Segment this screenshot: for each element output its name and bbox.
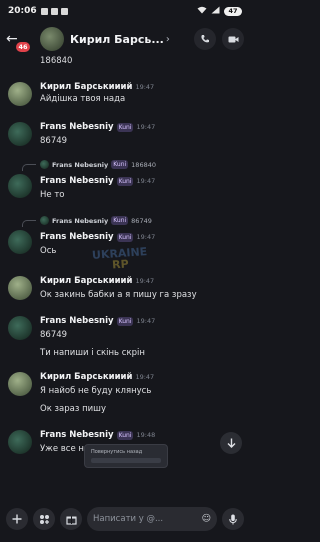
reply-connector bbox=[22, 164, 36, 171]
message-author[interactable]: Frans Nebesniy bbox=[40, 430, 114, 440]
avatar[interactable] bbox=[8, 82, 32, 106]
message-author[interactable]: Frans Nebesniy bbox=[40, 122, 114, 132]
role-tag: Kuni bbox=[111, 216, 129, 225]
avatar bbox=[40, 216, 49, 225]
reply-reference[interactable]: Frans Nebesniy Kuni 186840 bbox=[40, 160, 156, 169]
signal-icon bbox=[211, 6, 220, 17]
role-tag: Kuni bbox=[116, 177, 134, 186]
message-author[interactable]: Кирил Барськииий bbox=[40, 372, 132, 382]
composer: Написати у @... ☺ bbox=[0, 496, 250, 542]
message-author[interactable]: Кирил Барськииий bbox=[40, 82, 132, 92]
reply-reference[interactable]: Frans Nebesniy Kuni 86749 bbox=[40, 216, 152, 225]
apps-icon bbox=[39, 514, 49, 524]
message-author[interactable]: Frans Nebesniy bbox=[40, 316, 114, 326]
message-text: 86749 bbox=[40, 136, 68, 146]
message-time: 19:47 bbox=[136, 123, 156, 131]
reply-author: Frans Nebesniy bbox=[52, 160, 109, 169]
voice-message-button[interactable] bbox=[222, 508, 244, 530]
avatar[interactable] bbox=[8, 372, 32, 396]
arrow-down-icon bbox=[227, 438, 235, 448]
reply-snippet: 86749 bbox=[131, 216, 152, 225]
avatar[interactable] bbox=[40, 27, 64, 51]
notification-icon bbox=[40, 7, 48, 15]
phone-icon bbox=[201, 35, 209, 43]
unread-badge: 46 bbox=[16, 42, 30, 52]
chevron-right-icon[interactable]: › bbox=[166, 34, 170, 45]
avatar[interactable] bbox=[8, 276, 32, 300]
gift-button[interactable] bbox=[60, 508, 82, 530]
message-text: Не то bbox=[40, 190, 65, 200]
avatar[interactable] bbox=[8, 430, 32, 454]
message-time: 19:48 bbox=[136, 431, 156, 439]
preview-bar bbox=[91, 458, 161, 463]
status-system-icons: 47 bbox=[197, 6, 242, 17]
avatar[interactable] bbox=[8, 230, 32, 254]
role-tag: Kuni bbox=[111, 160, 129, 169]
message-author[interactable]: Кирил Барськииий bbox=[40, 276, 132, 286]
message-text: Айдішка твоя нада bbox=[40, 94, 126, 104]
message-time: 19:47 bbox=[135, 277, 155, 285]
role-tag: Kuni bbox=[116, 233, 134, 242]
reply-snippet: 186840 bbox=[131, 160, 156, 169]
header-actions bbox=[194, 28, 244, 50]
reply-author: Frans Nebesniy bbox=[52, 216, 109, 225]
message-time: 19:47 bbox=[136, 233, 156, 241]
status-time: 20:06 bbox=[8, 6, 37, 16]
message-author[interactable]: Frans Nebesniy bbox=[40, 176, 114, 186]
avatar[interactable] bbox=[8, 316, 32, 340]
message-input-placeholder[interactable]: Написати у @... bbox=[93, 514, 202, 524]
scroll-to-bottom-button[interactable] bbox=[220, 432, 242, 454]
message-text: Ось bbox=[40, 246, 57, 256]
message-text: Ок зараз пишу bbox=[40, 404, 106, 414]
message-input[interactable]: Написати у @... ☺ bbox=[87, 507, 217, 531]
video-camera-icon bbox=[228, 36, 238, 42]
call-button[interactable] bbox=[194, 28, 216, 50]
role-tag: Kuni bbox=[116, 431, 134, 440]
page-title[interactable]: Кирил Барсь... bbox=[70, 33, 164, 46]
watermark-logo: UKRAINE RP bbox=[89, 245, 150, 272]
message-text: 86749 bbox=[40, 330, 68, 340]
previous-message-text: 186840 bbox=[40, 56, 73, 66]
message-time: 19:47 bbox=[136, 317, 156, 325]
preview-label: Повернутись назад bbox=[91, 449, 143, 455]
message-time: 19:47 bbox=[135, 373, 155, 381]
microphone-icon bbox=[229, 514, 237, 524]
message-text: Я найоб не буду клянусь bbox=[40, 386, 152, 396]
avatar[interactable] bbox=[8, 174, 32, 198]
avatar bbox=[40, 160, 49, 169]
chat-header: ← 46 Кирил Барсь... › bbox=[0, 22, 250, 56]
status-notification-icons bbox=[40, 7, 68, 15]
avatar[interactable] bbox=[8, 122, 32, 146]
apps-button[interactable] bbox=[33, 508, 55, 530]
video-call-button[interactable] bbox=[222, 28, 244, 50]
wifi-icon bbox=[197, 6, 207, 17]
message-time: 19:47 bbox=[136, 177, 156, 185]
message-text: Ти напиши і скінь скрін bbox=[40, 348, 145, 358]
message-text: Ок закинь бабки а я пишу га зразу bbox=[40, 290, 197, 300]
notification-icon bbox=[50, 7, 58, 15]
plus-icon bbox=[12, 514, 22, 524]
reply-connector bbox=[22, 220, 36, 227]
add-button[interactable] bbox=[6, 508, 28, 530]
role-tag: Kuni bbox=[116, 123, 134, 132]
battery-icon: 47 bbox=[224, 6, 242, 16]
message-time: 19:47 bbox=[135, 83, 155, 91]
gift-icon bbox=[65, 516, 77, 525]
role-tag: Kuni bbox=[116, 317, 134, 326]
status-bar: 20:06 47 bbox=[0, 0, 250, 22]
return-preview[interactable]: Повернутись назад bbox=[84, 444, 168, 468]
notification-icon bbox=[60, 7, 68, 15]
emoji-icon[interactable]: ☺ bbox=[202, 514, 211, 524]
message-author[interactable]: Frans Nebesniy bbox=[40, 232, 114, 242]
